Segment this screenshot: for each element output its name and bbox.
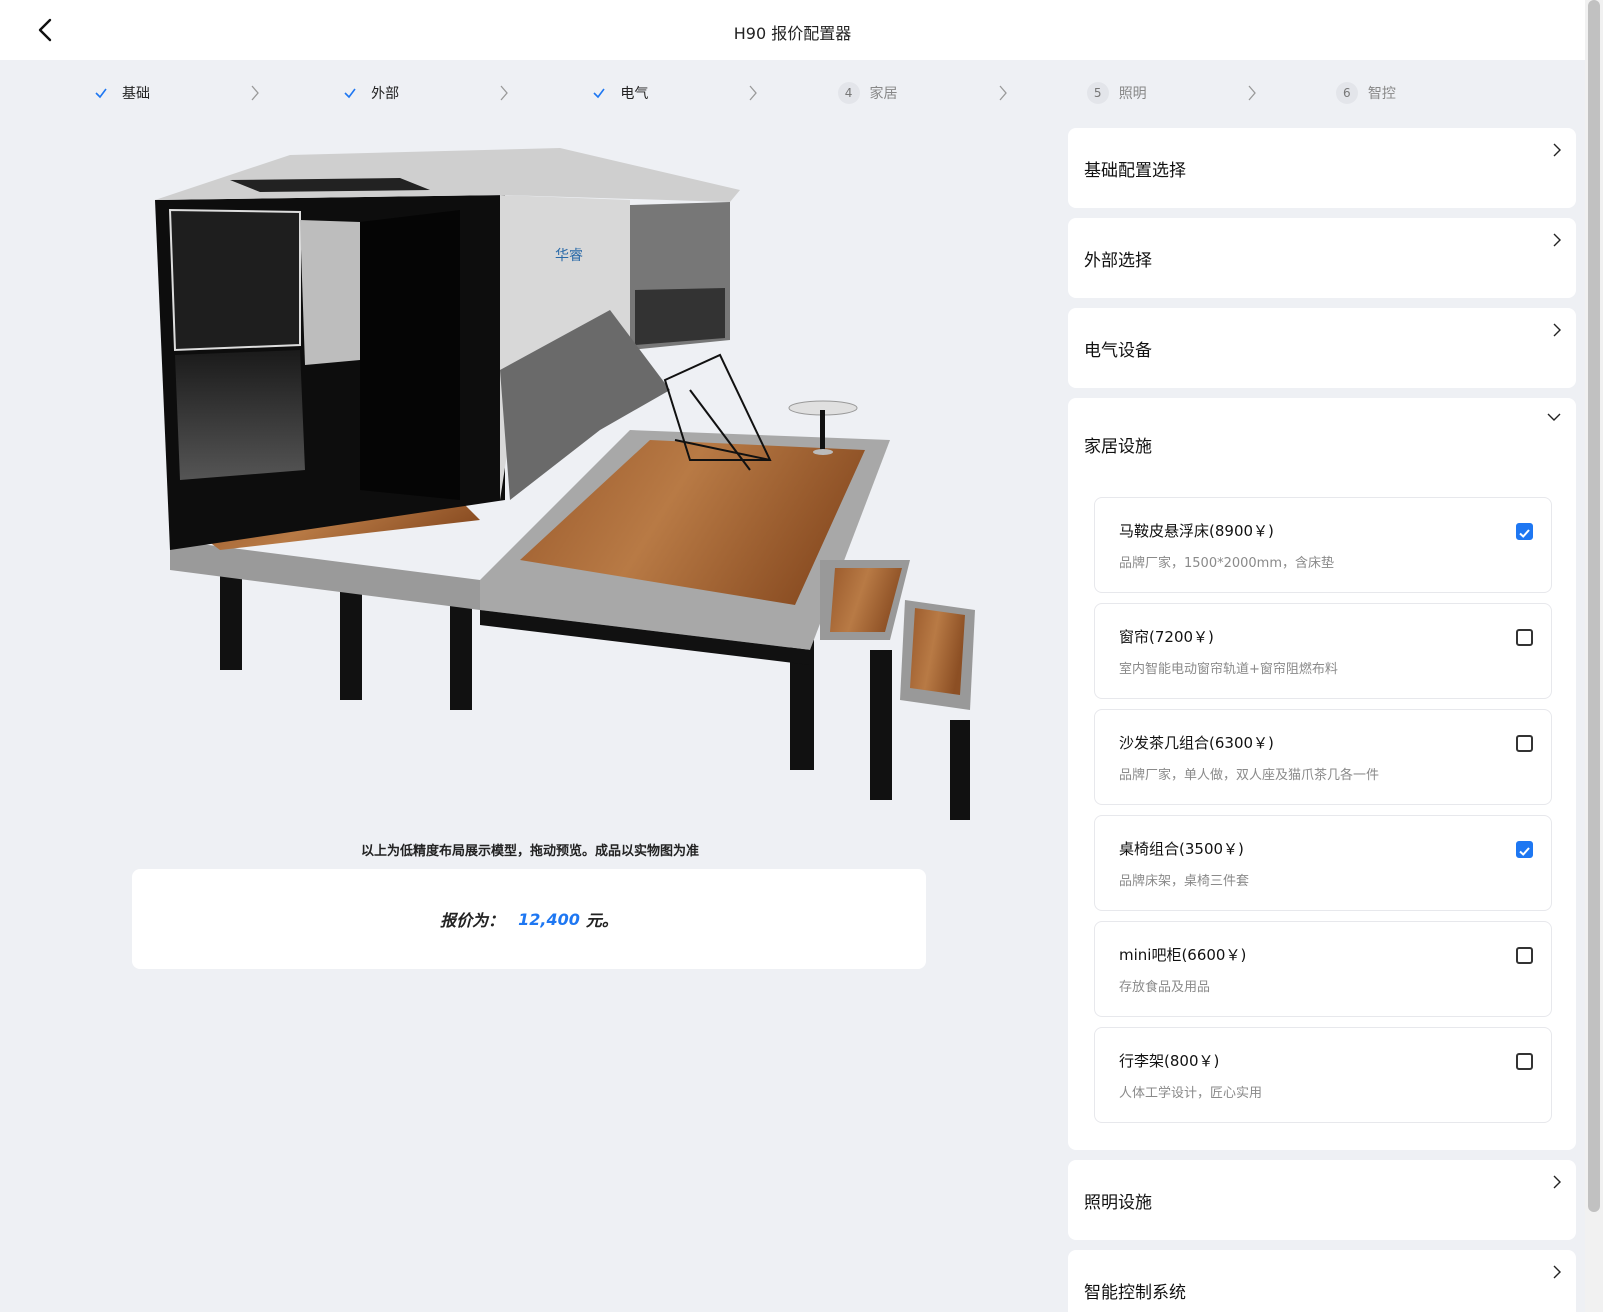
preview-note: 以上为低精度布局展示模型，拖动预览。成品以实物图为准: [360, 844, 699, 859]
list-item[interactable]: 行李架(800￥) 人体工学设计，匠心实用: [1094, 1027, 1552, 1123]
step-smart[interactable]: 6 智控: [1335, 60, 1585, 126]
chevron-right-icon: [1553, 1265, 1561, 1279]
step-label: 电气: [620, 86, 649, 102]
chevron-right-icon: [1553, 143, 1561, 157]
check-icon: [339, 82, 361, 104]
list-item[interactable]: 窗帘(7200￥) 室内智能电动窗帘轨道+窗帘阻燃布料: [1094, 603, 1552, 699]
item-name: 马鞍皮悬浮床(8900￥): [1119, 522, 1274, 540]
section-title: 基础配置选择: [1084, 161, 1186, 181]
step-label: 照明: [1118, 86, 1147, 102]
item-name: mini吧柜(6600￥): [1119, 946, 1247, 964]
chevron-right-icon: [1553, 323, 1561, 337]
scrollbar-thumb[interactable]: [1588, 0, 1600, 1212]
section-smart[interactable]: 智能控制系统: [1068, 1250, 1576, 1312]
section-title: 电气设备: [1084, 341, 1152, 361]
logo-text: 华睿: [555, 247, 583, 263]
item-desc: 品牌厂家，单人做，双人座及猫爪茶几各一件: [1119, 768, 1380, 783]
list-item[interactable]: 马鞍皮悬浮床(8900￥) 品牌厂家，1500*2000mm，含床垫: [1094, 497, 1552, 593]
scrollbar[interactable]: [1585, 0, 1603, 1312]
check-icon: [90, 82, 112, 104]
step-home[interactable]: 4 家居: [837, 60, 1087, 126]
checkbox[interactable]: [1516, 735, 1533, 752]
chevron-right-icon: [1553, 233, 1561, 247]
section-title[interactable]: 家居设施: [1068, 432, 1152, 457]
section-home: 家居设施 马鞍皮悬浮床(8900￥) 品牌厂家，1500*2000mm，含床垫 …: [1068, 398, 1576, 1150]
chevron-right-icon: [1553, 1175, 1561, 1189]
section-title: 智能控制系统: [1084, 1283, 1186, 1303]
checkbox[interactable]: [1516, 629, 1533, 646]
step-number: 4: [837, 82, 860, 104]
step-basic[interactable]: 基础: [90, 60, 339, 126]
section-exterior[interactable]: 外部选择: [1068, 218, 1576, 298]
chevron-right-icon: [749, 85, 758, 101]
section-electrical[interactable]: 电气设备: [1068, 308, 1576, 388]
chevron-right-icon: [500, 85, 509, 101]
step-label: 外部: [371, 86, 400, 102]
list-item[interactable]: mini吧柜(6600￥) 存放食品及用品: [1094, 921, 1552, 1017]
step-electrical[interactable]: 电气: [588, 60, 837, 126]
model-preview-canvas[interactable]: 华睿: [130, 140, 1010, 840]
list-item[interactable]: 桌椅组合(3500￥) 品牌床架，桌椅三件套: [1094, 815, 1552, 911]
section-title: 外部选择: [1084, 251, 1152, 271]
step-number: 5: [1086, 82, 1109, 104]
checkbox[interactable]: [1516, 947, 1533, 964]
price-summary: 报价为： 12,400 元。: [132, 869, 926, 969]
item-name: 桌椅组合(3500￥): [1119, 840, 1244, 858]
step-lighting[interactable]: 5 照明: [1086, 60, 1336, 126]
price-value: 12,400: [518, 909, 580, 929]
check-icon: [588, 82, 610, 104]
item-name: 行李架(800￥): [1119, 1052, 1220, 1070]
top-bar: H90 报价配置器: [0, 0, 1585, 60]
home-item-list: 马鞍皮悬浮床(8900￥) 品牌厂家，1500*2000mm，含床垫 窗帘(72…: [1094, 497, 1552, 1133]
step-label: 基础: [122, 86, 150, 102]
section-basic[interactable]: 基础配置选择: [1068, 128, 1576, 208]
house-model: 华睿: [155, 148, 975, 820]
price-unit: 元。: [585, 911, 618, 930]
chevron-right-icon: [999, 85, 1007, 101]
checkbox[interactable]: [1516, 1053, 1533, 1070]
section-title: 照明设施: [1084, 1193, 1152, 1213]
step-number: 6: [1335, 82, 1358, 104]
item-desc: 人体工学设计，匠心实用: [1119, 1086, 1263, 1101]
section-lighting[interactable]: 照明设施: [1068, 1160, 1576, 1240]
checkbox[interactable]: [1516, 523, 1533, 540]
price-label: 报价为：: [440, 911, 505, 930]
item-name: 沙发茶几组合(6300￥): [1119, 734, 1274, 752]
chevron-right-icon: [251, 85, 259, 101]
step-progress: 基础 外部 电气 4 家居 5 照明 6 智控: [0, 60, 1585, 126]
step-label: 家居: [869, 86, 898, 102]
item-name: 窗帘(7200￥): [1119, 628, 1214, 646]
item-desc: 品牌床架，桌椅三件套: [1119, 874, 1250, 889]
item-desc: 室内智能电动窗帘轨道+窗帘阻燃布料: [1119, 662, 1338, 677]
step-exterior[interactable]: 外部: [339, 60, 588, 126]
checkbox[interactable]: [1516, 841, 1533, 858]
config-panel: 基础配置选择 外部选择 电气设备 家居设施 马鞍皮悬浮床(8900￥) 品牌厂家…: [1068, 128, 1576, 1312]
item-desc: 存放食品及用品: [1119, 980, 1211, 995]
chevron-right-icon: [1248, 85, 1256, 101]
page-title: H90 报价配置器: [733, 24, 852, 43]
item-desc: 品牌厂家，1500*2000mm，含床垫: [1119, 556, 1334, 571]
step-label: 智控: [1367, 86, 1396, 102]
chevron-down-icon[interactable]: [1546, 412, 1562, 422]
list-item[interactable]: 沙发茶几组合(6300￥) 品牌厂家，单人做，双人座及猫爪茶几各一件: [1094, 709, 1552, 805]
